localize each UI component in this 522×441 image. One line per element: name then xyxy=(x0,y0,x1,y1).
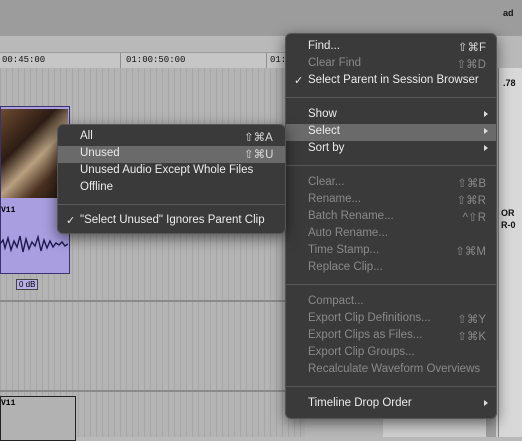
menu-item-find[interactable]: Find... ⇧⌘F xyxy=(286,39,496,56)
panel-text: .78 xyxy=(503,78,516,88)
submenu-arrow-icon xyxy=(484,400,488,406)
track-divider xyxy=(0,390,305,392)
ruler-divider xyxy=(120,53,121,69)
menu-item-recalculate-waveform[interactable]: Recalculate Waveform Overviews xyxy=(286,362,496,379)
audio-waveform xyxy=(0,234,68,253)
menu-separator xyxy=(286,386,496,387)
clip-volume-label: 0 dB xyxy=(16,279,39,290)
menu-item-clear-find[interactable]: Clear Find ⇧⌘D xyxy=(286,56,496,73)
submenu-item-unused[interactable]: Unused ⇧⌘U xyxy=(58,146,285,163)
submenu-arrow-icon xyxy=(484,145,488,151)
menu-item-sort-by[interactable]: Sort by xyxy=(286,141,496,158)
track-divider xyxy=(0,300,305,302)
menu-separator xyxy=(286,284,496,285)
submenu-arrow-icon xyxy=(484,128,488,134)
submenu-item-unused-audio[interactable]: Unused Audio Except Whole Files xyxy=(58,163,285,180)
ruler-divider xyxy=(266,53,267,69)
submenu-item-offline[interactable]: Offline xyxy=(58,180,285,197)
ruler-tick: 01:00:50:00 xyxy=(126,55,186,65)
panel-text: OR xyxy=(501,208,515,218)
menu-item-select-parent[interactable]: ✓ Select Parent in Session Browser xyxy=(286,73,496,90)
menu-item-replace-clip[interactable]: Replace Clip... xyxy=(286,260,496,277)
menu-item-export-clips-as-files[interactable]: Export Clips as Files... ⇧⌘K xyxy=(286,328,496,345)
menu-item-batch-rename[interactable]: Batch Rename... ^⇧R xyxy=(286,209,496,226)
clip-list-menu: Find... ⇧⌘F Clear Find ⇧⌘D ✓ Select Pare… xyxy=(285,33,497,419)
clip-label: V11 xyxy=(1,206,16,215)
submenu-item-select-unused-ignores-parent[interactable]: ✓ "Select Unused" Ignores Parent Clip xyxy=(58,213,285,230)
top-toolbar-strip xyxy=(0,0,522,36)
menu-item-time-stamp[interactable]: Time Stamp... ⇧⌘M xyxy=(286,243,496,260)
select-submenu: All ⇧⌘A Unused ⇧⌘U Unused Audio Except W… xyxy=(57,124,286,234)
menu-item-auto-rename[interactable]: Auto Rename... xyxy=(286,226,496,243)
panel-text: ad xyxy=(503,8,514,18)
menu-item-export-clip-definitions[interactable]: Export Clip Definitions... ⇧⌘Y xyxy=(286,311,496,328)
clip-label: V11 xyxy=(1,399,16,408)
panel-text: R-0 xyxy=(501,220,516,230)
ruler-tick: 00:45:00 xyxy=(2,55,46,65)
checkmark-icon: ✓ xyxy=(66,215,76,227)
clip-list-panel: ad .78 OR R-0 xyxy=(498,8,522,437)
menu-item-show[interactable]: Show xyxy=(286,107,496,124)
menu-item-rename[interactable]: Rename... ⇧⌘R xyxy=(286,192,496,209)
menu-separator xyxy=(286,165,496,166)
menu-separator xyxy=(58,204,285,205)
menu-item-timeline-drop-order[interactable]: Timeline Drop Order xyxy=(286,396,496,413)
checkmark-icon: ✓ xyxy=(294,75,304,87)
menu-item-clear[interactable]: Clear... ⇧⌘B xyxy=(286,175,496,192)
submenu-arrow-icon xyxy=(484,111,488,117)
submenu-item-all[interactable]: All ⇧⌘A xyxy=(58,129,285,146)
menu-separator xyxy=(286,97,496,98)
menu-item-export-clip-groups[interactable]: Export Clip Groups... xyxy=(286,345,496,362)
menu-item-compact[interactable]: Compact... xyxy=(286,294,496,311)
menu-item-select[interactable]: Select xyxy=(286,124,496,141)
